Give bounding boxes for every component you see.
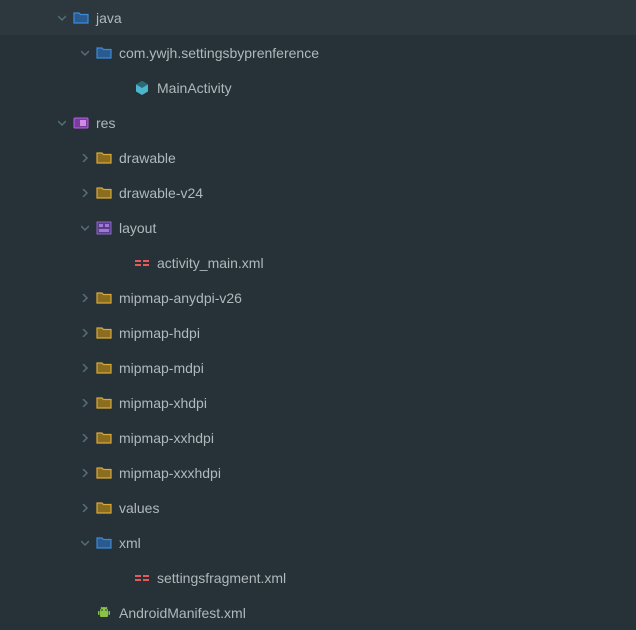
tree-node-label: activity_main.xml (157, 255, 264, 271)
tree-node-label: com.ywjh.settingsbyprenference (119, 45, 319, 61)
tree-node[interactable]: drawable-v24 (0, 175, 636, 210)
tree-node[interactable]: layout (0, 210, 636, 245)
chevron-right-icon[interactable] (80, 328, 90, 338)
chevron-down-icon[interactable] (57, 13, 67, 23)
chevron-right-icon[interactable] (80, 153, 90, 163)
tree-node[interactable]: values (0, 490, 636, 525)
tree-node[interactable]: xml (0, 525, 636, 560)
tree-node[interactable]: settingsfragment.xml (0, 560, 636, 595)
xml-red-icon (134, 570, 150, 586)
tree-node-label: java (96, 10, 122, 26)
tree-node[interactable]: mipmap-mdpi (0, 350, 636, 385)
tree-node-label: mipmap-xhdpi (119, 395, 207, 411)
tree-node-label: settingsfragment.xml (157, 570, 286, 586)
chevron-right-icon[interactable] (80, 363, 90, 373)
xml-red-icon (134, 255, 150, 271)
chevron-right-icon[interactable] (80, 468, 90, 478)
tree-node-label: xml (119, 535, 141, 551)
folder-blue-icon (96, 45, 112, 61)
tree-node[interactable]: java (0, 0, 636, 35)
tree-node[interactable]: activity_main.xml (0, 245, 636, 280)
folder-orange-icon (96, 185, 112, 201)
tree-node[interactable]: mipmap-xhdpi (0, 385, 636, 420)
folder-orange-icon (96, 430, 112, 446)
folder-orange-icon (96, 395, 112, 411)
tree-node-label: MainActivity (157, 80, 232, 96)
tree-node[interactable]: mipmap-xxhdpi (0, 420, 636, 455)
res-purple-icon (73, 115, 89, 131)
chevron-right-icon[interactable] (80, 188, 90, 198)
layout-purple-icon (96, 220, 112, 236)
chevron-down-icon[interactable] (80, 48, 90, 58)
tree-node-label: AndroidManifest.xml (119, 605, 246, 621)
tree-node[interactable]: MainActivity (0, 70, 636, 105)
tree-node-label: mipmap-mdpi (119, 360, 204, 376)
folder-orange-icon (96, 290, 112, 306)
tree-node-label: drawable-v24 (119, 185, 203, 201)
class-cyan-icon (134, 80, 150, 96)
folder-orange-icon (96, 360, 112, 376)
chevron-down-icon[interactable] (80, 223, 90, 233)
tree-node[interactable]: mipmap-xxxhdpi (0, 455, 636, 490)
tree-node-label: drawable (119, 150, 176, 166)
android-icon (96, 605, 112, 621)
tree-node-label: values (119, 500, 159, 516)
chevron-right-icon[interactable] (80, 293, 90, 303)
chevron-down-icon[interactable] (80, 538, 90, 548)
folder-orange-icon (96, 465, 112, 481)
folder-orange-icon (96, 325, 112, 341)
folder-blue-icon (73, 10, 89, 26)
tree-node[interactable]: drawable (0, 140, 636, 175)
tree-node-label: mipmap-anydpi-v26 (119, 290, 242, 306)
folder-orange-icon (96, 150, 112, 166)
chevron-down-icon[interactable] (57, 118, 67, 128)
chevron-right-icon[interactable] (80, 433, 90, 443)
folder-orange-icon (96, 500, 112, 516)
chevron-right-icon[interactable] (80, 503, 90, 513)
tree-node-label: mipmap-xxhdpi (119, 430, 214, 446)
tree-node-label: layout (119, 220, 156, 236)
tree-node-label: mipmap-hdpi (119, 325, 200, 341)
tree-node-label: mipmap-xxxhdpi (119, 465, 221, 481)
tree-node[interactable]: com.ywjh.settingsbyprenference (0, 35, 636, 70)
project-tree: java com.ywjh.settingsbyprenference MainAc… (0, 0, 636, 630)
chevron-right-icon[interactable] (80, 398, 90, 408)
tree-node-label: res (96, 115, 115, 131)
tree-node[interactable]: res (0, 105, 636, 140)
tree-node[interactable]: mipmap-anydpi-v26 (0, 280, 636, 315)
tree-node[interactable]: AndroidManifest.xml (0, 595, 636, 630)
folder-blue-icon (96, 535, 112, 551)
tree-node[interactable]: mipmap-hdpi (0, 315, 636, 350)
